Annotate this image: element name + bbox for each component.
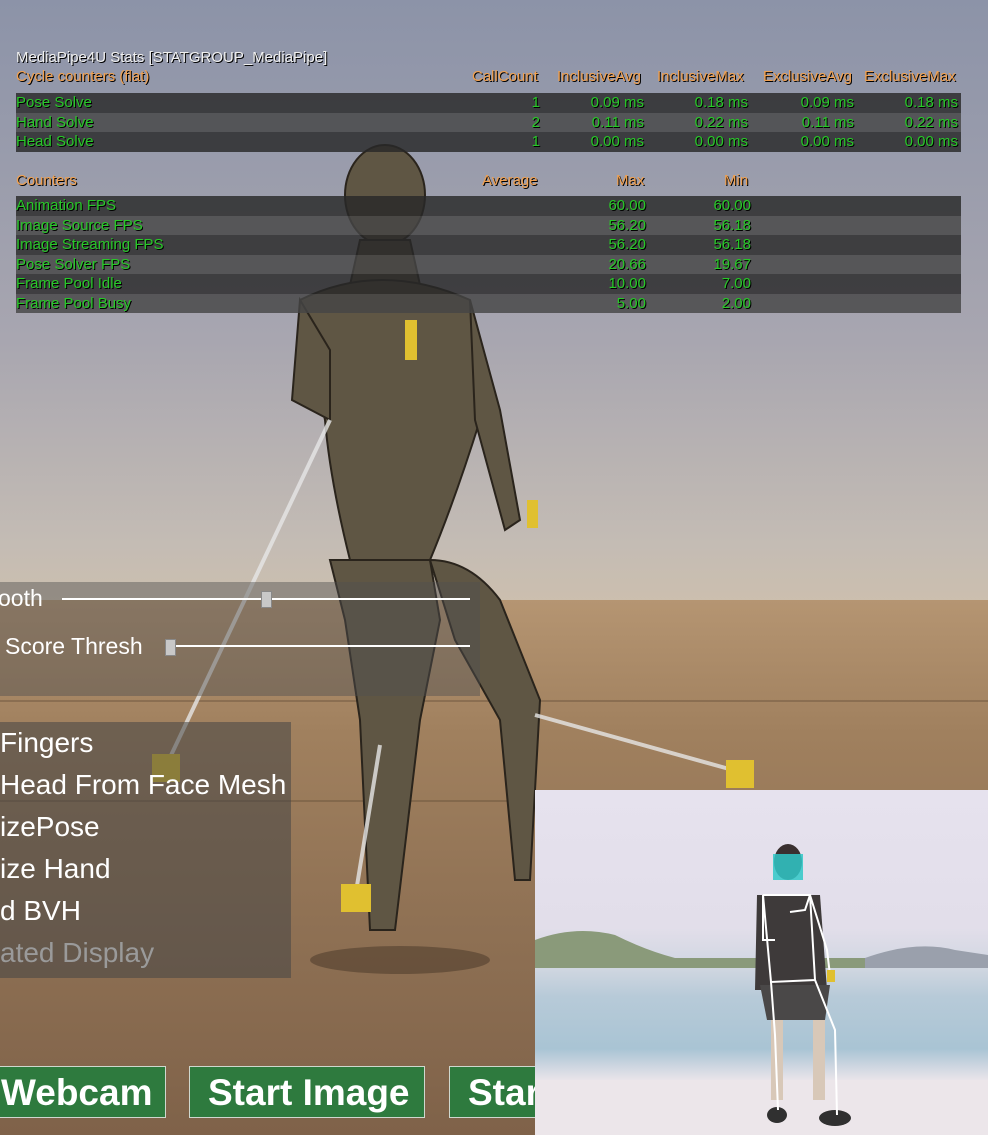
cycle-count: 1 (531, 133, 540, 150)
cycle-inc-avg: 0.09 ms (590, 94, 644, 111)
counter-min: 7.00 (721, 275, 751, 292)
counter-row: Frame Pool Idle 10.00 7.00 (16, 274, 961, 294)
cycle-header-name: Cycle counters (flat) (16, 68, 150, 85)
ik-marker (405, 320, 417, 360)
smooth-slider-label: ooth (0, 585, 43, 611)
counter-row: Animation FPS 60.00 60.00 (16, 196, 961, 216)
counter-min: 56.18 (713, 216, 751, 234)
cycle-count: 1 (531, 94, 540, 111)
slider-panel: ooth Score Thresh (0, 582, 480, 696)
character-torso (298, 279, 482, 561)
option-head-from-face-mesh[interactable]: Head From Face Mesh (0, 769, 286, 801)
counter-min: 2.00 (721, 294, 751, 312)
cycle-header-inclusivemax: InclusiveMax (657, 68, 744, 85)
score-thresh-slider-label: Score Thresh (5, 633, 143, 659)
counter-row: Frame Pool Busy 5.00 2.00 (16, 293, 961, 313)
option-load-bvh[interactable]: d BVH (0, 895, 81, 927)
cycle-row: Hand Solve 2 0.11 ms 0.22 ms 0.11 ms 0.2… (16, 112, 961, 132)
character-right-arm (469, 299, 522, 532)
preview-far-hills (865, 946, 988, 968)
option-normalize-hand[interactable]: ize Hand (0, 853, 111, 885)
counter-row: Image Streaming FPS 56.20 56.18 (16, 235, 961, 255)
counter-row: Pose Solver FPS 20.66 19.67 (16, 254, 961, 274)
counter-name: Image Source FPS (16, 216, 143, 234)
counter-name: Frame Pool Busy (16, 294, 132, 312)
counter-name: Animation FPS (16, 197, 117, 214)
cycle-count: 2 (531, 113, 540, 131)
preview-ground (535, 1080, 988, 1135)
counter-max: 56.20 (608, 216, 646, 234)
cycle-inc-max: 0.00 ms (694, 133, 748, 150)
cycle-header-exclusivemax: ExclusiveMax (864, 68, 956, 85)
cycle-header-inclusiveavg: InclusiveAvg (557, 68, 641, 85)
preview-svg (535, 844, 988, 1135)
options-panel: Fingers Head From Face Mesh izePose ize … (0, 722, 291, 978)
cycle-name: Pose Solve (16, 94, 92, 111)
cycle-header-callcount: CallCount (472, 68, 538, 85)
cycle-header-exclusiveavg: ExclusiveAvg (763, 68, 852, 85)
cycle-inc-max: 0.18 ms (694, 94, 748, 111)
option-fingers[interactable]: Fingers (0, 727, 93, 759)
counter-max: 56.20 (608, 236, 646, 253)
preview-hand-marker (827, 970, 835, 982)
counters-header-average: Average (482, 172, 538, 189)
counters-header-max: Max (616, 172, 645, 189)
cycle-exc-avg: 0.09 ms (800, 94, 854, 111)
cycle-inc-avg: 0.00 ms (590, 133, 644, 150)
ik-marker (726, 760, 754, 788)
counters-header-min: Min (724, 172, 749, 189)
counter-max: 60.00 (608, 197, 646, 214)
smooth-slider-thumb[interactable] (261, 591, 272, 608)
start-webcam-button[interactable]: Webcam (0, 1066, 166, 1118)
start-image-button[interactable]: Start Image (189, 1066, 425, 1118)
counter-max: 20.66 (608, 255, 646, 273)
cycle-name: Hand Solve (16, 113, 94, 131)
option-separated-display[interactable]: ated Display (0, 937, 154, 969)
cycle-inc-avg: 0.11 ms (591, 113, 644, 131)
score-thresh-slider-track[interactable] (166, 645, 470, 647)
cycle-row: Head Solve 1 0.00 ms 0.00 ms 0.00 ms 0.0… (16, 132, 961, 152)
counter-name: Image Streaming FPS (16, 236, 164, 253)
camera-preview (535, 790, 988, 1135)
character-shadow (310, 946, 490, 974)
counter-min: 56.18 (713, 236, 751, 253)
cycle-exc-max: 0.22 ms (904, 113, 958, 131)
cycle-row: Pose Solve 1 0.09 ms 0.18 ms 0.09 ms 0.1… (16, 93, 961, 113)
stats-title: MediaPipe4U Stats [STATGROUP_MediaPipe] (16, 49, 328, 66)
counters-header-name: Counters (16, 172, 77, 189)
counter-name: Frame Pool Idle (16, 275, 122, 292)
counter-name: Pose Solver FPS (16, 255, 131, 273)
cycle-name: Head Solve (16, 133, 94, 150)
ik-marker (341, 884, 371, 912)
counter-row: Image Source FPS 56.20 56.18 (16, 215, 961, 235)
cycle-exc-avg: 0.11 ms (801, 113, 854, 131)
cycle-exc-max: 0.18 ms (904, 94, 958, 111)
cycle-exc-avg: 0.00 ms (800, 133, 854, 150)
option-normalize-pose[interactable]: izePose (0, 811, 100, 843)
counter-max: 5.00 (616, 294, 646, 312)
cycle-exc-max: 0.00 ms (904, 133, 958, 150)
counter-max: 10.00 (608, 275, 646, 292)
score-thresh-slider-thumb[interactable] (165, 639, 176, 656)
start-third-button[interactable]: Star (449, 1066, 549, 1118)
counter-min: 19.67 (713, 255, 751, 273)
cycle-inc-max: 0.22 ms (694, 113, 748, 131)
ik-marker (527, 500, 538, 528)
counter-min: 60.00 (713, 197, 751, 214)
